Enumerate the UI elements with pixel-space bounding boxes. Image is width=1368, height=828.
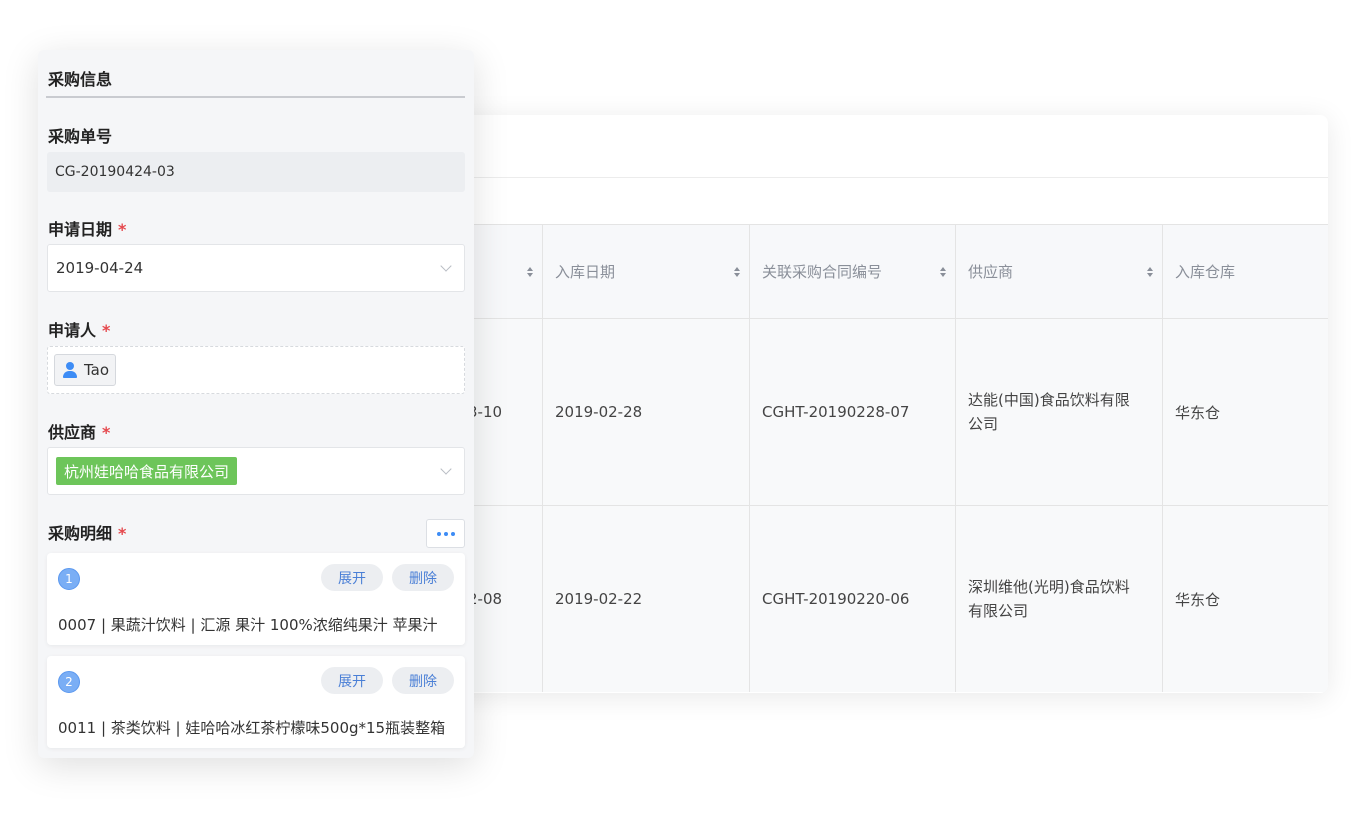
supplier-label: 供应商 *	[48, 423, 111, 442]
table-header-contract-no[interactable]: 关联采购合同编号	[749, 225, 955, 318]
item-index-badge: 1	[58, 568, 80, 590]
table-header-inbound-date[interactable]: 入库日期	[542, 225, 749, 318]
panel-title-divider	[46, 96, 465, 98]
sort-caret-icon[interactable]	[527, 266, 533, 277]
table-cell-warehouse: 华东仓	[1162, 506, 1328, 692]
table-toolbar	[352, 115, 1328, 178]
table-row[interactable]: 3-10 2019-02-28 CGHT-20190228-07 达能(中国)食…	[352, 319, 1328, 506]
table-cell-date: 2019-02-22	[542, 506, 749, 692]
order-no-field: CG-20190424-03	[47, 152, 465, 192]
table-cell-supplier: 达能(中国)食品饮料有限公司	[955, 319, 1162, 505]
supplier-tag: 杭州娃哈哈食品有限公司	[56, 457, 238, 485]
expand-button[interactable]: 展开	[321, 667, 383, 694]
required-mark: *	[102, 423, 111, 442]
details-label: 采购明细 *	[48, 524, 127, 543]
required-mark: *	[118, 220, 127, 239]
table-cell-warehouse: 华东仓	[1162, 319, 1328, 505]
purchase-info-panel: 采购信息 采购单号 CG-20190424-03 申请日期 * 2019-04-2…	[38, 50, 474, 758]
expand-button[interactable]: 展开	[321, 564, 383, 591]
table-header-row: 入库日期 关联采购合同编号 供应商 入库仓库	[352, 225, 1328, 319]
table-cell-supplier: 深圳维他(光明)食品饮料有限公司	[955, 506, 1162, 692]
applicant-chip[interactable]: Tao	[54, 354, 117, 386]
table-header-supplier[interactable]: 供应商	[955, 225, 1162, 318]
table-cell-contract: CGHT-20190220-06	[749, 506, 955, 692]
table-cell-contract: CGHT-20190228-07	[749, 319, 955, 505]
supplier-select[interactable]: 杭州娃哈哈食品有限公司	[47, 447, 465, 495]
chevron-down-icon	[440, 463, 452, 475]
sort-caret-icon[interactable]	[940, 266, 946, 277]
more-dots-icon	[436, 531, 455, 536]
user-icon	[62, 362, 78, 378]
table-filter-strip	[352, 178, 1328, 225]
purchase-inbound-table-card: 入库日期 关联采购合同编号 供应商 入库仓库 3-10 2019-02-28 C…	[352, 115, 1328, 693]
table-grid: 入库日期 关联采购合同编号 供应商 入库仓库 3-10 2019-02-28 C…	[352, 225, 1328, 692]
table-header-warehouse[interactable]: 入库仓库	[1162, 225, 1328, 318]
applicant-label: 申请人 *	[48, 321, 111, 340]
required-mark: *	[118, 524, 127, 543]
chevron-down-icon	[440, 260, 452, 272]
item-index-badge: 2	[58, 671, 80, 693]
sort-caret-icon[interactable]	[734, 266, 740, 277]
delete-button[interactable]: 删除	[392, 667, 454, 694]
panel-title: 采购信息	[48, 70, 113, 89]
detail-item-card: 1 展开 删除 0007 | 果蔬汁饮料 | 汇源 果汁 100%浓缩纯果汁 苹…	[47, 553, 465, 645]
item-description: 0011 | 茶类饮料 | 娃哈哈冰红茶柠檬味500g*15瓶装整箱	[58, 719, 446, 737]
apply-date-label: 申请日期 *	[48, 220, 127, 239]
delete-button[interactable]: 删除	[392, 564, 454, 591]
details-more-button[interactable]	[426, 519, 465, 548]
item-description: 0007 | 果蔬汁饮料 | 汇源 果汁 100%浓缩纯果汁 苹果汁	[58, 616, 438, 634]
applicant-picker[interactable]: Tao	[47, 346, 465, 394]
sort-caret-icon[interactable]	[1147, 266, 1153, 277]
detail-item-card: 2 展开 删除 0011 | 茶类饮料 | 娃哈哈冰红茶柠檬味500g*15瓶装…	[47, 656, 465, 748]
apply-date-picker[interactable]: 2019-04-24	[47, 244, 465, 292]
required-mark: *	[102, 321, 111, 340]
order-no-label: 采购单号	[48, 127, 113, 146]
table-cell-date: 2019-02-28	[542, 319, 749, 505]
table-row[interactable]: 2-08 2019-02-22 CGHT-20190220-06 深圳维他(光明…	[352, 506, 1328, 692]
